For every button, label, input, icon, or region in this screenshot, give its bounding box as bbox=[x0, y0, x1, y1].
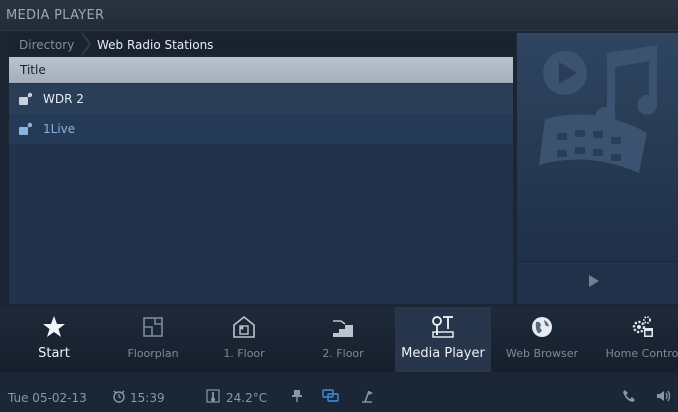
thermometer-icon[interactable] bbox=[206, 389, 220, 403]
window-title: MEDIA PLAYER bbox=[6, 8, 105, 23]
list-item-label: WDR 2 bbox=[43, 92, 84, 106]
breadcrumb-separator-icon bbox=[81, 33, 92, 55]
dock-item-label: Media Player bbox=[401, 346, 485, 361]
status-time: 15:39 bbox=[130, 391, 165, 405]
dock-item-home-control[interactable]: Home Contro bbox=[594, 307, 678, 372]
dock-item-2-floor[interactable]: 2. Floor bbox=[295, 307, 391, 372]
house-floor-icon bbox=[233, 315, 255, 338]
media-player-icon bbox=[432, 316, 454, 338]
floorplan-icon bbox=[143, 317, 163, 337]
stairs-icon bbox=[333, 320, 353, 337]
star-icon bbox=[43, 316, 65, 337]
dock-item-label: 1. Floor bbox=[223, 347, 265, 360]
phone-icon[interactable] bbox=[622, 389, 636, 403]
dock-item-label: Home Contro bbox=[605, 347, 678, 360]
status-temperature: 24.2°C bbox=[226, 391, 268, 405]
weather-station-icon[interactable] bbox=[360, 389, 374, 403]
breadcrumb: Directory Web Radio Stations bbox=[9, 33, 515, 55]
station-list[interactable]: WDR 2 1Live bbox=[9, 83, 513, 304]
list-item[interactable]: 1Live bbox=[9, 114, 513, 144]
title-bar: MEDIA PLAYER bbox=[0, 0, 678, 31]
dock-item-label: Web Browser bbox=[505, 347, 579, 360]
dock-item-web-browser[interactable]: Web Browser bbox=[494, 307, 590, 372]
radio-station-icon bbox=[19, 122, 33, 135]
status-bar: Tue 05-02-13 15:39 24.2°C bbox=[0, 380, 678, 412]
dock-item-media-player[interactable]: Media Player bbox=[395, 307, 491, 372]
radio-station-icon bbox=[19, 92, 33, 105]
dock-item-label: Floorplan bbox=[127, 347, 179, 360]
gears-calendar-icon bbox=[632, 316, 653, 337]
breadcrumb-web-radio-stations[interactable]: Web Radio Stations bbox=[97, 38, 213, 52]
pin-icon[interactable] bbox=[290, 389, 304, 403]
list-header-label: Title bbox=[20, 63, 46, 77]
app-dock: Start Floorplan 1. Floor 2. Floor Media … bbox=[0, 307, 678, 372]
album-art-panel bbox=[517, 33, 678, 261]
volume-icon[interactable] bbox=[656, 389, 672, 403]
dock-item-1-floor[interactable]: 1. Floor bbox=[196, 307, 292, 372]
dock-item-label: 2. Floor bbox=[322, 347, 364, 360]
player-controls bbox=[517, 262, 678, 304]
dock-item-label: Start bbox=[38, 346, 70, 361]
dock-item-floorplan[interactable]: Floorplan bbox=[105, 307, 201, 372]
dock-item-start[interactable]: Start bbox=[6, 307, 102, 372]
play-icon[interactable] bbox=[589, 275, 599, 287]
globe-icon bbox=[532, 317, 552, 337]
chat-messages-icon[interactable] bbox=[322, 389, 340, 403]
list-item-label: 1Live bbox=[43, 122, 76, 136]
list-item[interactable]: WDR 2 bbox=[9, 84, 513, 114]
media-artwork-icon bbox=[539, 45, 658, 173]
breadcrumb-directory[interactable]: Directory bbox=[19, 38, 74, 52]
list-column-header-title[interactable]: Title bbox=[9, 57, 513, 83]
alarm-clock-icon[interactable] bbox=[112, 389, 126, 403]
status-date: Tue 05-02-13 bbox=[8, 391, 87, 405]
